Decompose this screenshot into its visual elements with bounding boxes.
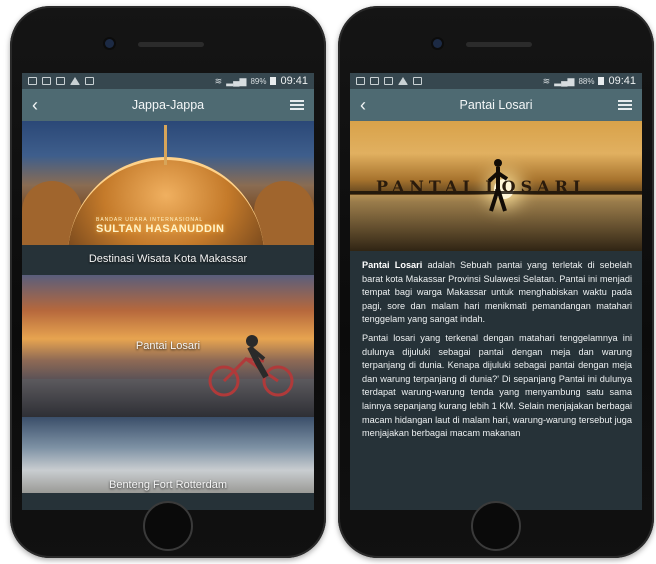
earpiece-speaker — [138, 42, 204, 47]
article-paragraph: Pantai losari yang terkenal dengan matah… — [362, 332, 632, 439]
page-title: Pantai Losari — [459, 98, 533, 112]
article-paragraph: Pantai Losari adalah Sebuah pantai yang … — [362, 260, 632, 325]
page-title: Jappa-Jappa — [131, 98, 205, 112]
wifi-icon: ≋ — [542, 75, 551, 86]
clock: 09:41 — [608, 75, 636, 87]
front-camera — [433, 39, 442, 48]
losari-lettering: PANTAI LOSARI — [376, 177, 586, 196]
download-icon — [413, 77, 422, 85]
hero-image-losari: PANTAI LOSARI — [350, 121, 642, 251]
gallery-icon — [356, 77, 365, 85]
notification-icons — [28, 77, 94, 85]
phone-left: ≋ ▂▄▆ 89% 09:41 ‹ Jappa-Jappa BANDAR UDA… — [10, 6, 326, 558]
back-arrow-icon[interactable]: ‹ — [360, 95, 378, 116]
earpiece-speaker — [466, 42, 532, 47]
clipboard-icon — [56, 77, 65, 85]
status-bar: ≋ ▂▄▆ 89% 09:41 — [22, 73, 314, 89]
hamburger-menu-icon[interactable] — [290, 98, 304, 112]
gallery-icon — [28, 77, 37, 85]
hamburger-menu-icon[interactable] — [618, 98, 632, 112]
warning-icon — [70, 77, 80, 85]
card-caption: Pantai Losari — [135, 340, 201, 352]
battery-icon — [270, 77, 277, 85]
wifi-icon: ≋ — [214, 75, 223, 86]
battery-percent: 89% — [250, 76, 267, 86]
screen-list: ≋ ▂▄▆ 89% 09:41 ‹ Jappa-Jappa BANDAR UDA… — [22, 73, 314, 510]
notification-icons — [356, 77, 422, 85]
home-button[interactable] — [471, 501, 521, 551]
clipboard-icon — [384, 77, 393, 85]
phone-right: ≋ ▂▄▆ 88% 09:41 ‹ Pantai Losari PANTAI L… — [338, 6, 654, 558]
signal-icon: ▂▄▆ — [554, 75, 575, 86]
destination-card-airport[interactable]: BANDAR UDARA INTERNASIONAL SULTAN HASANU… — [22, 121, 314, 245]
destination-card-fort[interactable]: Benteng Fort Rotterdam — [22, 417, 314, 493]
status-bar: ≋ ▂▄▆ 88% 09:41 — [350, 73, 642, 89]
mail-icon — [370, 77, 379, 85]
card-caption: Benteng Fort Rotterdam — [108, 479, 227, 491]
app-bar: ‹ Pantai Losari — [350, 89, 642, 121]
clock: 09:41 — [280, 75, 308, 87]
battery-percent: 88% — [578, 76, 595, 86]
back-arrow-icon[interactable]: ‹ — [32, 95, 50, 116]
destination-card-losari[interactable]: Pantai Losari — [22, 275, 314, 417]
article-bold-title: Pantai Losari — [362, 260, 423, 270]
download-icon — [85, 77, 94, 85]
signal-icon: ▂▄▆ — [226, 75, 247, 86]
warning-icon — [398, 77, 408, 85]
home-button[interactable] — [143, 501, 193, 551]
mail-icon — [42, 77, 51, 85]
airport-sign: BANDAR UDARA INTERNASIONAL SULTAN HASANU… — [96, 217, 225, 235]
app-bar: ‹ Jappa-Jappa — [22, 89, 314, 121]
section-caption-bar: Destinasi Wisata Kota Makassar — [22, 245, 314, 275]
screen-detail: ≋ ▂▄▆ 88% 09:41 ‹ Pantai Losari PANTAI L… — [350, 73, 642, 510]
section-caption: Destinasi Wisata Kota Makassar — [88, 253, 248, 265]
article-body: Pantai Losari adalah Sebuah pantai yang … — [350, 251, 642, 441]
front-camera — [105, 39, 114, 48]
battery-icon — [598, 77, 605, 85]
person-silhouette — [487, 159, 509, 212]
